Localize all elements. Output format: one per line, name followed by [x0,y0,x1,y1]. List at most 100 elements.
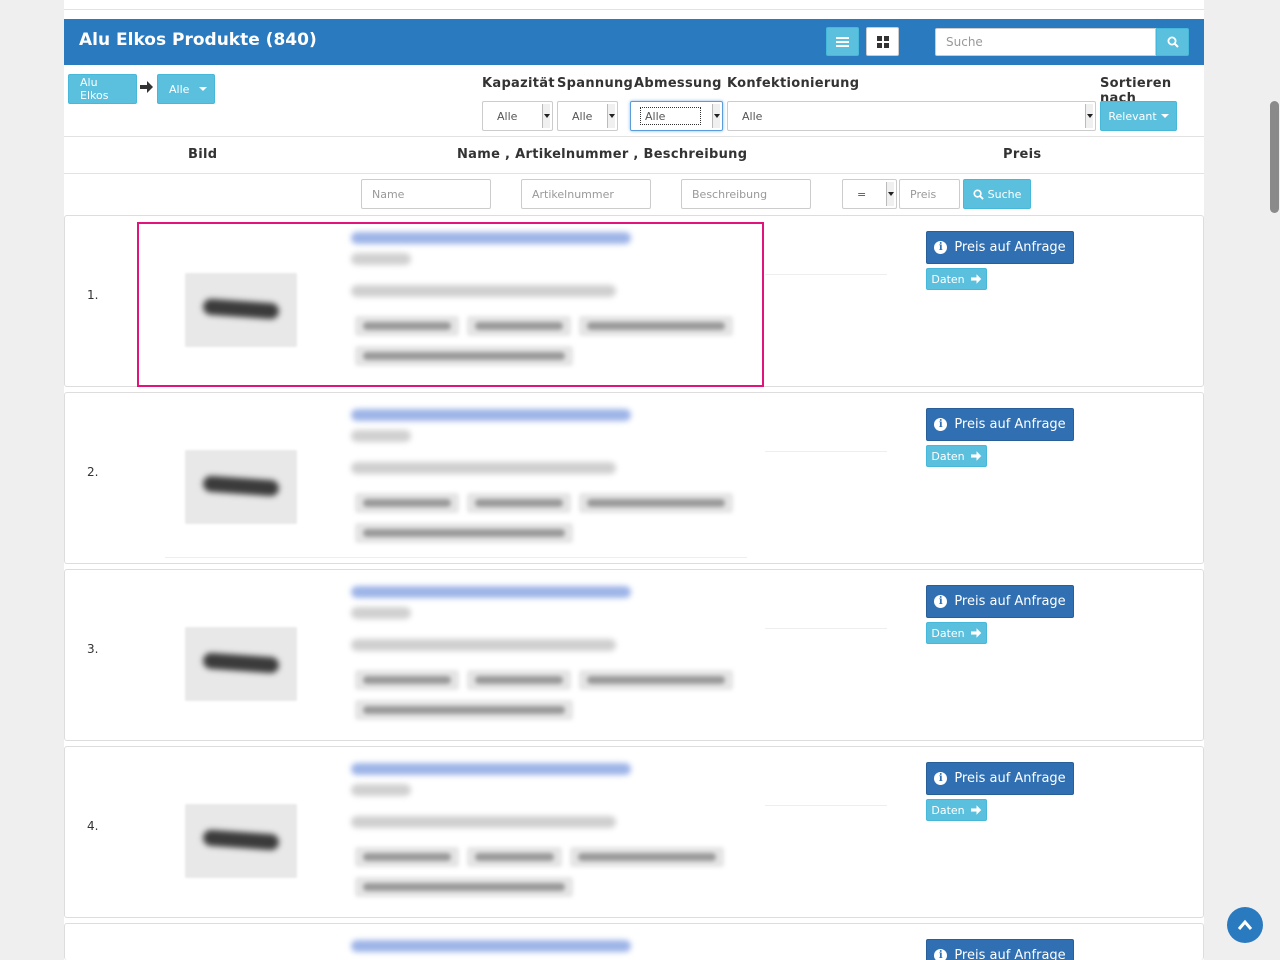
price-on-request-label: Preis auf Anfrage [954,948,1066,960]
product-link-redacted[interactable] [351,940,631,952]
konfektionierung-select[interactable]: Alle [727,101,1096,131]
product-tag-redacted [355,523,573,543]
konfektionierung-value: Alle [742,109,763,123]
product-image[interactable] [185,273,297,347]
breadcrumb-sub-dropdown[interactable]: Alle [157,74,215,104]
description-filter-input[interactable] [681,179,811,209]
caret-down-icon [1160,114,1169,118]
column-header-price: Preis [1003,147,1042,162]
price-on-request-button[interactable]: i Preis auf Anfrage [926,585,1074,618]
chevron-up-icon [1237,919,1253,930]
page-title: Alu Elkos Produkte (840) [79,30,317,50]
price-on-request-button[interactable]: i Preis auf Anfrage [926,762,1074,795]
arrow-right-icon [970,628,981,638]
article-filter-input[interactable] [521,179,651,209]
data-label: Daten [931,272,965,286]
breadcrumb-root-label: Alu Elkos [80,76,109,102]
catalog-header: Alu Elkos Produkte (840) [64,19,1204,65]
product-tag-redacted [355,316,459,336]
product-card: i Preis auf Anfrage [64,923,1204,960]
price-filter-input[interactable] [899,179,960,209]
select-arrow-icon [886,182,894,206]
column-search-button[interactable]: Suche [963,179,1031,209]
table-header-row: Bild Name , Artikelnummer , Beschreibung… [64,136,1204,174]
spannung-select[interactable]: Alle [557,101,618,131]
product-image[interactable] [185,450,297,524]
product-description-redacted [351,639,616,651]
price-on-request-label: Preis auf Anfrage [954,417,1066,432]
product-description-redacted [351,816,616,828]
kapazitaet-select[interactable]: Alle [482,101,553,131]
row-divider [165,557,747,558]
price-on-request-button[interactable]: i Preis auf Anfrage [926,939,1074,960]
arrow-right-icon [970,805,981,815]
info-icon: i [934,949,948,960]
list-view-button[interactable] [826,27,859,56]
data-label: Daten [931,449,965,463]
column-header-name: Name [457,147,501,162]
sort-dropdown[interactable]: Relevant [1100,101,1177,131]
product-index: 2. [87,465,99,479]
product-description-redacted [351,462,616,474]
sort-value: Relevant [1108,109,1157,123]
product-tag-redacted [355,493,459,513]
product-tag-redacted [467,316,571,336]
select-arrow-icon [542,104,550,128]
product-tag-redacted [467,847,562,867]
product-tag-redacted [355,877,573,897]
info-icon: i [934,772,948,785]
page-scrollbar-thumb[interactable] [1270,101,1279,213]
search-icon [973,188,984,200]
data-label: Daten [931,803,965,817]
filter-label-konfektionierung: Konfektionierung [727,76,860,91]
product-link-redacted[interactable] [351,232,631,244]
grid-view-button[interactable] [866,27,899,56]
product-tag-redacted [579,493,733,513]
price-operator-value: = [857,187,867,201]
data-label: Daten [931,626,965,640]
product-card: 2. i Preis auf Anfrage Daten [64,392,1204,564]
row-divider [765,274,887,275]
product-image[interactable] [185,804,297,878]
product-link-redacted[interactable] [351,586,631,598]
product-tag-redacted [355,700,573,720]
spannung-value: Alle [572,109,593,123]
product-tag-redacted [355,346,573,366]
filter-label-abmessung: Abmessung [634,76,722,91]
column-filter-row: = Suche [64,174,1204,214]
price-on-request-button[interactable]: i Preis auf Anfrage [926,231,1074,264]
column-header-description: Beschreibung [643,147,748,162]
product-number-redacted [351,253,411,265]
breadcrumb-root-button[interactable]: Alu Elkos [68,74,137,104]
focus-ring [640,107,701,125]
column-header-image: Bild [188,147,218,162]
data-button[interactable]: Daten [926,445,987,467]
row-divider [765,628,887,629]
product-tag-redacted [467,670,571,690]
abmessung-select[interactable]: Alle [630,101,723,131]
data-button[interactable]: Daten [926,268,987,290]
data-button[interactable]: Daten [926,799,987,821]
filter-label-kapazitaet: Kapazität [482,76,555,91]
product-index: 4. [87,819,99,833]
product-image[interactable] [185,627,297,701]
column-header-separator: , [505,147,511,162]
column-header-separator: , [633,147,639,162]
price-operator-select[interactable]: = [842,179,897,209]
product-link-redacted[interactable] [351,409,631,421]
product-description-redacted [351,285,616,297]
name-filter-input[interactable] [361,179,491,209]
product-tag-redacted [355,670,459,690]
price-on-request-button[interactable]: i Preis auf Anfrage [926,408,1074,441]
search-button[interactable] [1156,28,1189,56]
price-on-request-label: Preis auf Anfrage [954,240,1066,255]
scroll-to-top-button[interactable] [1227,907,1263,943]
row-divider [765,805,887,806]
search-icon [1167,36,1179,48]
info-icon: i [934,418,948,431]
data-button[interactable]: Daten [926,622,987,644]
product-card: 1. i Preis auf Anfrage Daten [64,215,1204,387]
product-link-redacted[interactable] [351,763,631,775]
product-tag-redacted [570,847,724,867]
search-input[interactable] [935,28,1156,56]
